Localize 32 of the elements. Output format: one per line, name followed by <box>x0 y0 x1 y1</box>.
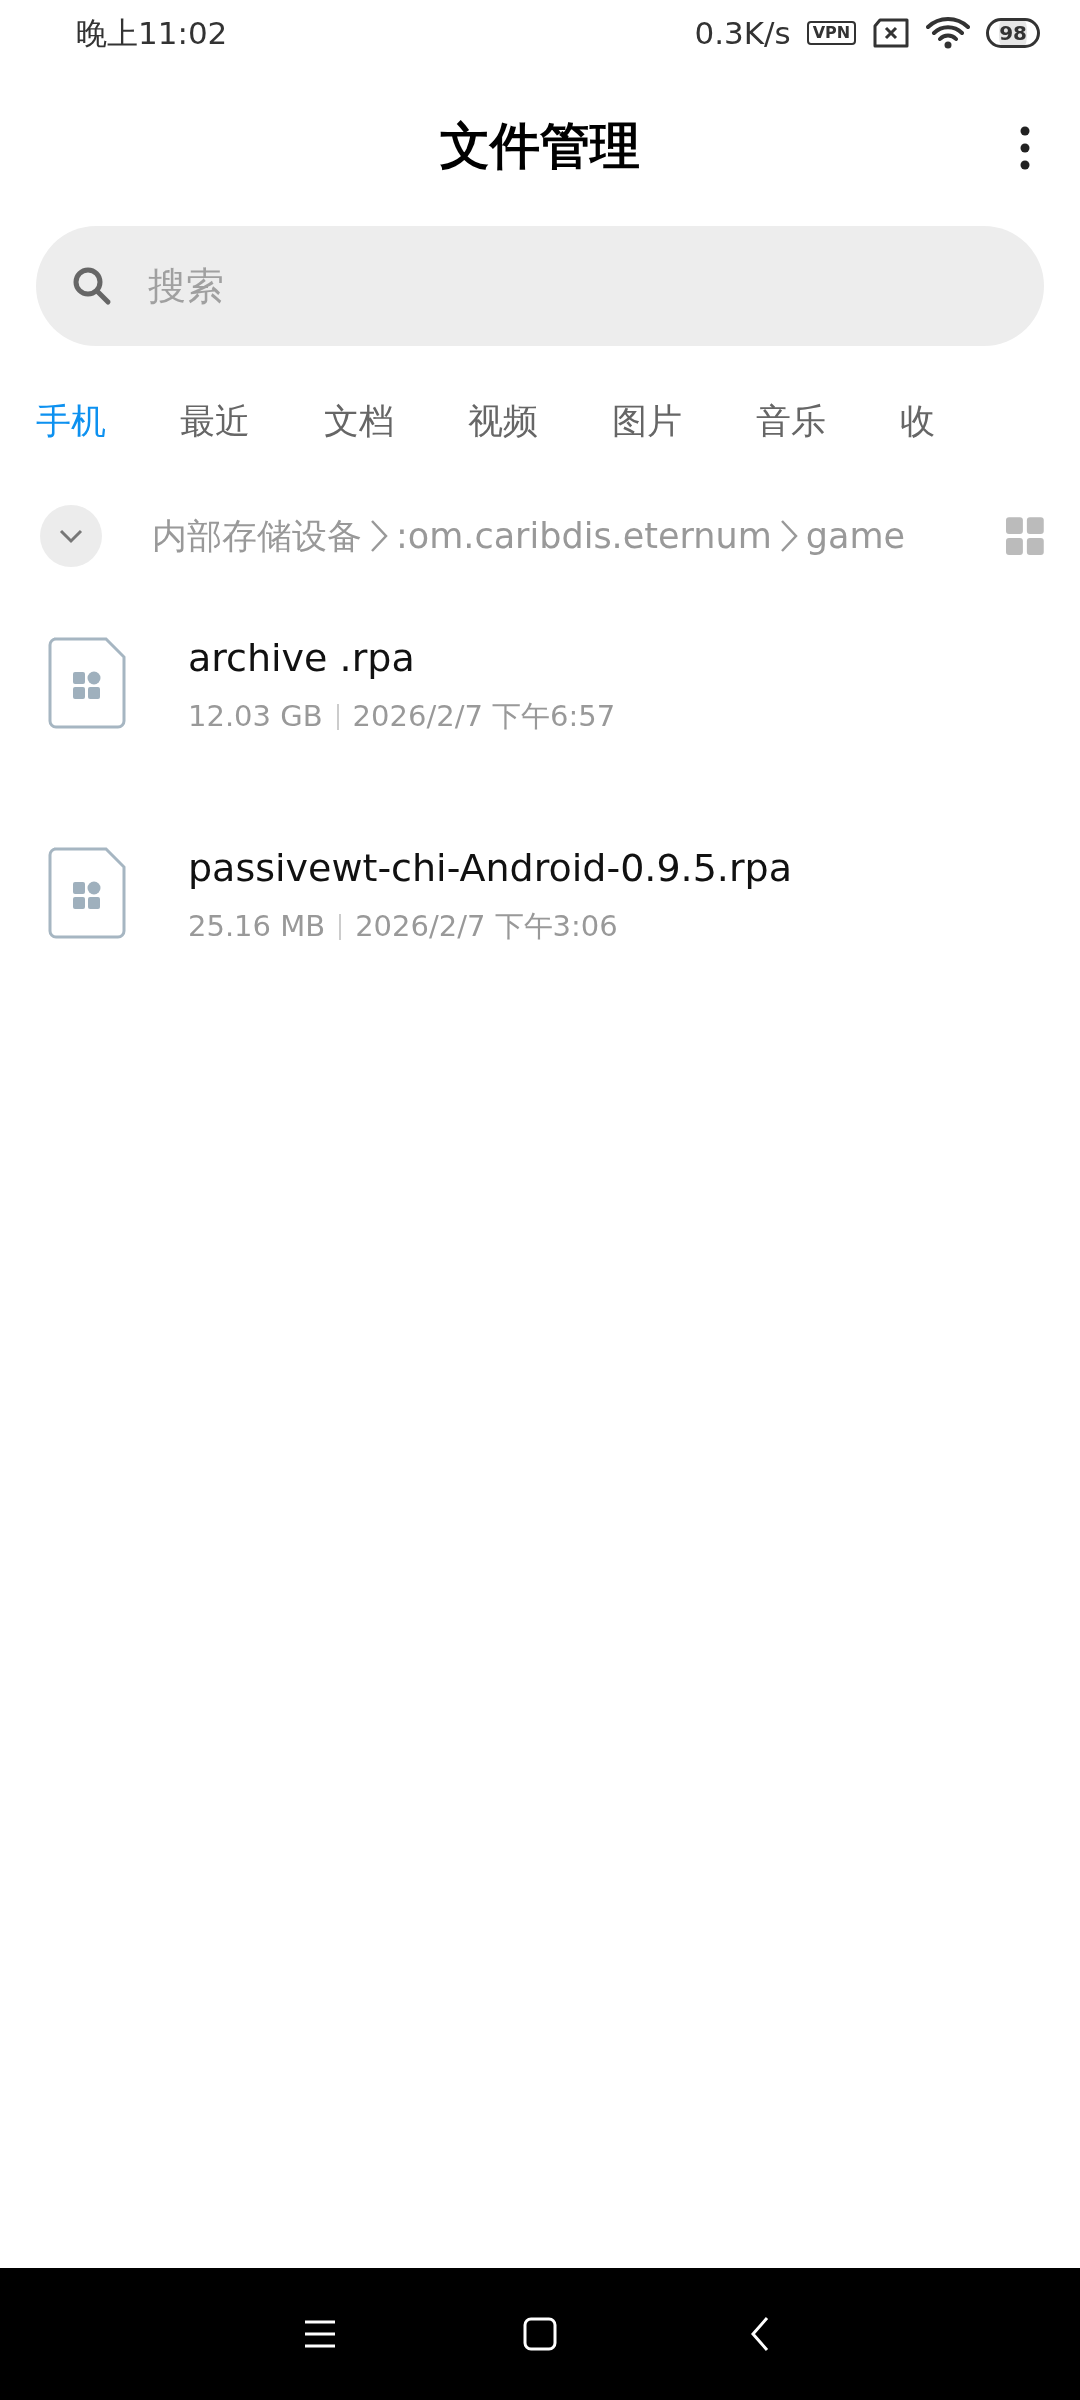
chevron-right-icon <box>368 518 390 554</box>
page-title: 文件管理 <box>440 115 640 177</box>
tab[interactable]: 视频 <box>468 394 612 448</box>
status-time: 晚上11:02 <box>76 13 228 53</box>
chevron-down-icon <box>58 528 84 544</box>
file-date: 2026/2/7 下午6:57 <box>352 698 616 735</box>
file-icon <box>48 637 126 729</box>
tab[interactable]: 收 <box>900 394 1044 448</box>
battery-indicator: 98 <box>986 18 1040 48</box>
more-icon <box>1020 126 1030 170</box>
file-size: 25.16 MB <box>188 908 326 945</box>
back-icon <box>749 2316 771 2352</box>
file-name: passivewt-chi-Android-0.9.5.rpa <box>188 845 792 892</box>
tab[interactable]: 文档 <box>324 394 468 448</box>
vpn-indicator: VPN <box>806 21 857 45</box>
tab[interactable]: 音乐 <box>756 394 900 448</box>
file-row[interactable]: passivewt-chi-Android-0.9.5.rpa 25.16 MB 2026/2/7 下午3:06 <box>48 842 1032 1052</box>
file-name: archive .rpa <box>188 635 416 682</box>
tab[interactable]: 手机 <box>36 394 180 448</box>
square-icon <box>523 2317 557 2351</box>
tab[interactable]: 最近 <box>180 394 324 448</box>
wifi-icon <box>926 16 971 50</box>
search-icon <box>72 266 112 306</box>
file-icon <box>48 847 126 939</box>
network-speed: 0.3K/s <box>694 13 791 53</box>
file-row[interactable]: archive .rpa 12.03 GB 2026/2/7 下午6:57 <box>48 632 1032 842</box>
file-size: 12.03 GB <box>188 698 323 735</box>
tab[interactable]: 图片 <box>612 394 756 448</box>
menu-icon <box>303 2319 337 2349</box>
sim-card-icon <box>872 18 911 48</box>
file-date: 2026/2/7 下午3:06 <box>355 908 618 945</box>
search-field[interactable]: 搜索 <box>36 226 1044 346</box>
